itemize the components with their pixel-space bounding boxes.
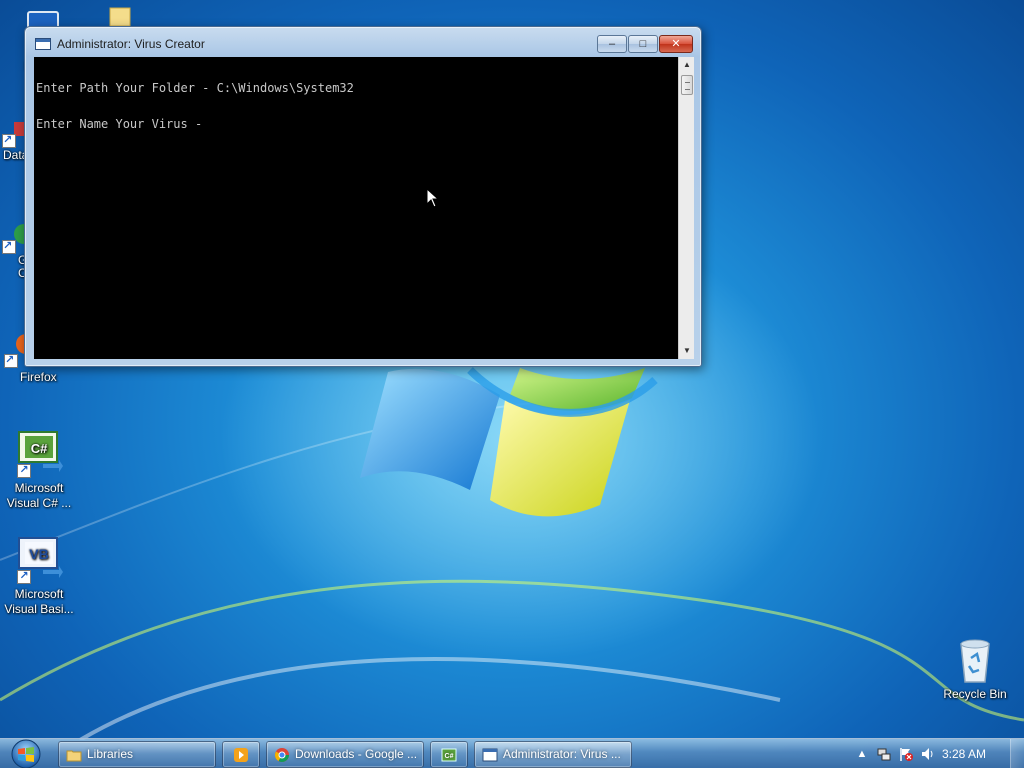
desktop-icon-label: Firefox <box>20 370 57 384</box>
windows-logo-icon <box>11 739 41 768</box>
desktop-icon-label: Visual C# ... <box>6 496 72 510</box>
folder-icon <box>66 747 82 763</box>
shortcut-arrow-icon: ↗ <box>2 134 16 148</box>
vertical-scrollbar[interactable]: ▲ ▼ <box>678 57 694 359</box>
taskbar-item-csharp[interactable]: C# <box>430 741 468 768</box>
maximize-button[interactable]: □ <box>628 35 658 53</box>
taskbar: Libraries Downloads - Google ... C# Admi… <box>0 738 1024 768</box>
network-icon[interactable] <box>876 746 892 762</box>
mouse-cursor-icon <box>426 187 440 211</box>
svg-text:C#: C# <box>31 441 48 456</box>
desktop-icon-label: Visual Basi... <box>4 602 74 616</box>
taskbar-item-chrome[interactable]: Downloads - Google ... <box>266 741 424 768</box>
shortcut-arrow-icon: ↗ <box>17 570 31 584</box>
visual-csharp-icon: C# <box>441 747 457 763</box>
shortcut-arrow-icon: ↗ <box>2 240 16 254</box>
desktop-icon-label: Recycle Bin <box>943 687 1007 701</box>
console-app-icon <box>482 747 498 763</box>
scroll-down-icon[interactable]: ▼ <box>679 343 695 359</box>
system-tray: ▲ 3:28 AM <box>834 739 1024 768</box>
scroll-up-icon[interactable]: ▲ <box>679 57 695 73</box>
caption-buttons: – □ ✕ <box>596 35 693 53</box>
window-titlebar[interactable]: Administrator: Virus Creator – □ ✕ <box>25 27 701 57</box>
shortcut-arrow-icon: ↗ <box>4 354 18 368</box>
console-line: Enter Path Your Folder - C:\Windows\Syst… <box>36 81 354 95</box>
show-desktop-button[interactable] <box>1010 739 1024 768</box>
console-line: Enter Name Your Virus - <box>36 117 203 131</box>
taskbar-item-label: Administrator: Virus ... <box>503 747 621 761</box>
console-output[interactable]: Enter Path Your Folder - C:\Windows\Syst… <box>34 57 678 359</box>
action-center-flag-icon[interactable] <box>898 746 914 762</box>
show-hidden-icons-icon[interactable]: ▲ <box>854 746 870 762</box>
console-app-icon <box>35 38 51 50</box>
visual-basic-icon: VB ↗ <box>15 536 63 584</box>
taskbar-item-label: Libraries <box>87 747 134 761</box>
start-button[interactable] <box>8 739 44 768</box>
recycle-bin-icon[interactable]: Recycle Bin <box>936 636 1014 702</box>
taskbar-clock[interactable]: 3:28 AM <box>942 747 986 761</box>
console-window[interactable]: Administrator: Virus Creator – □ ✕ Enter… <box>24 26 702 367</box>
shortcut-arrow-icon: ↗ <box>17 464 31 478</box>
window-title: Administrator: Virus Creator <box>57 37 205 51</box>
taskbar-item-console[interactable]: Administrator: Virus ... <box>474 741 632 768</box>
scroll-thumb[interactable] <box>681 75 693 95</box>
minimize-button[interactable]: – <box>597 35 627 53</box>
visual-csharp-shortcut-icon[interactable]: C# ↗ Microsoft Visual C# ... <box>1 430 77 511</box>
chrome-icon <box>274 747 290 763</box>
taskbar-item-libraries[interactable]: Libraries <box>58 741 216 768</box>
close-button[interactable]: ✕ <box>659 35 693 53</box>
desktop-icon-label: Microsoft <box>14 587 64 601</box>
visual-basic-shortcut-icon[interactable]: VB ↗ Microsoft Visual Basi... <box>1 536 77 617</box>
volume-icon[interactable] <box>920 746 936 762</box>
visual-csharp-icon: C# ↗ <box>15 430 63 478</box>
svg-text:VB: VB <box>29 546 48 562</box>
recycle-bin-glyph-icon <box>951 636 999 684</box>
svg-text:C#: C# <box>445 753 454 760</box>
desktop-icon-label: Microsoft <box>14 481 64 495</box>
taskbar-item-media-player[interactable] <box>222 741 260 768</box>
media-player-icon <box>233 747 249 763</box>
taskbar-item-label: Downloads - Google ... <box>295 747 418 761</box>
